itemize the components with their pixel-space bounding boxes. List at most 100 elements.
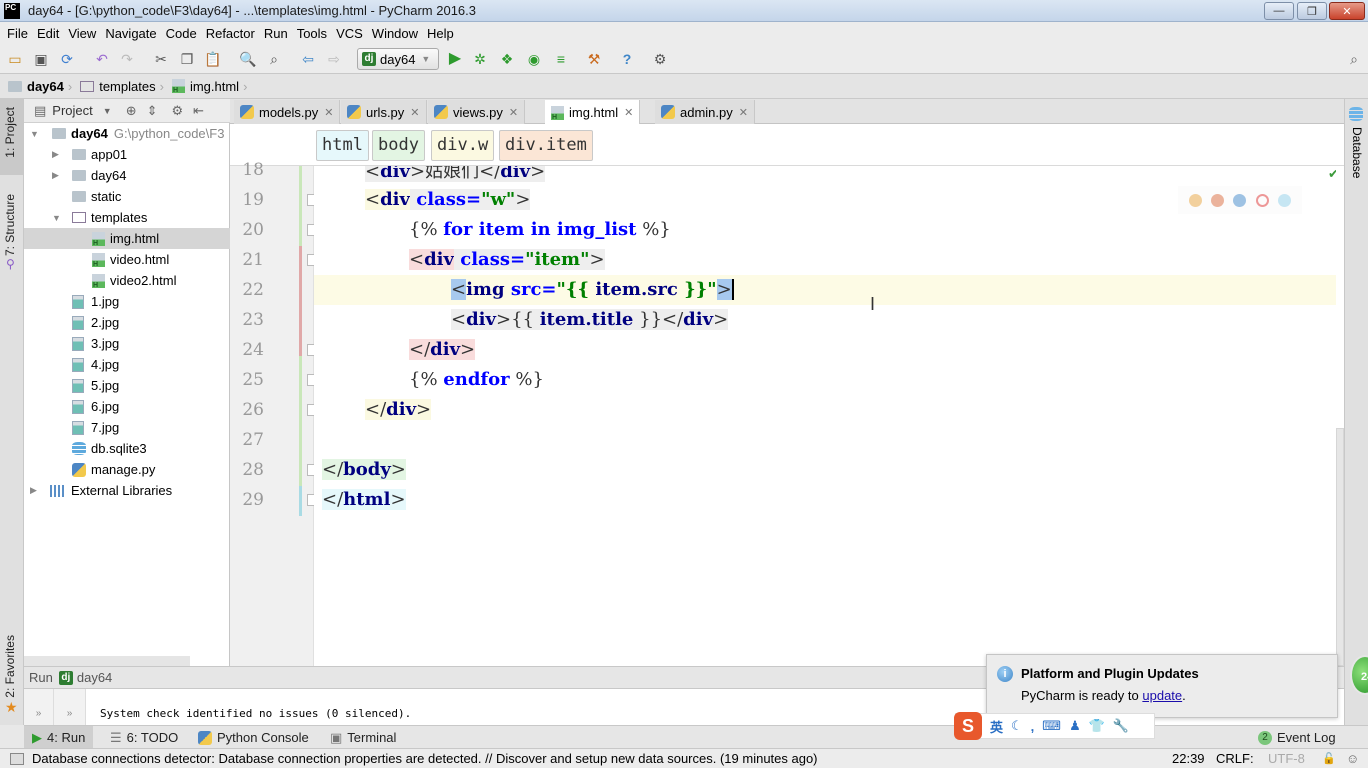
punctuation-icon[interactable]: , [1031,719,1035,734]
menu-navigate[interactable]: Navigate [105,26,156,41]
close-tab-icon[interactable]: ✕ [410,106,419,119]
tool-tab-run[interactable]: ▶ 4: Run [24,726,94,749]
concurrency-icon[interactable]: ≡ [552,50,570,68]
tree-item[interactable]: 7.jpg [24,417,230,438]
line-separator[interactable]: CRLF: [1216,751,1254,766]
tag-crumb-div-item[interactable]: div.item [499,130,593,161]
paste-icon[interactable]: 📋 [204,50,222,68]
hide-panel-icon[interactable]: ⇤ [193,103,204,119]
coverage-icon[interactable]: ❖ [498,50,516,68]
tab-models-py[interactable]: models.py ✕ [234,100,341,124]
open-icon[interactable]: ▭ [6,50,24,68]
nav-crumb-file[interactable]: img.html› [171,79,251,94]
menu-vcs[interactable]: VCS [336,26,363,41]
menu-run[interactable]: Run [264,26,288,41]
chevron-down-icon[interactable]: ▼ [103,106,112,116]
minimize-button[interactable]: — [1264,2,1294,20]
settings-icon[interactable]: ⚒ [585,50,603,68]
menu-code[interactable]: Code [166,26,197,41]
caret-position[interactable]: 22:39 [1172,751,1205,766]
tree-item[interactable]: img.html [24,228,230,249]
menu-file[interactable]: File [7,26,28,41]
tree-item[interactable]: 1.jpg [24,291,230,312]
profile-icon[interactable]: ◉ [525,50,543,68]
restore-button[interactable]: ❐ [1297,2,1327,20]
tool-tab-terminal[interactable]: ▣ Terminal [322,726,404,749]
event-log-button[interactable]: 2 Event Log [1250,726,1344,749]
tree-item[interactable]: 6.jpg [24,396,230,417]
tool-tab-python-console[interactable]: Python Console [190,726,317,749]
tool-tab-project[interactable]: 1: Project [3,107,17,158]
menu-view[interactable]: View [68,26,96,41]
tab-img-html[interactable]: img.html ✕ [545,100,641,125]
collapse-all-icon[interactable]: ⇕ [147,103,158,119]
update-link[interactable]: update [1142,688,1182,703]
toggle-tool-windows-icon[interactable] [10,752,24,765]
expand-toolbar-icon[interactable]: » [54,689,86,725]
search-everywhere-icon[interactable]: ⌕ [1345,50,1363,68]
nav-crumb-project[interactable]: day64 › [8,79,76,94]
tool-tab-favorites[interactable]: 2: Favorites [3,635,17,698]
ie-icon[interactable] [1278,193,1292,207]
moon-icon[interactable]: ☾ [1011,718,1023,734]
close-tab-icon[interactable]: ✕ [509,106,518,119]
file-encoding[interactable]: UTF-8 [1268,751,1305,766]
forward-icon[interactable]: ⇨ [325,50,343,68]
locate-icon[interactable]: ⊕ [126,103,137,119]
close-button[interactable]: ✕ [1329,2,1365,20]
run-configuration-select[interactable]: dj day64 ▼ [357,48,439,70]
collapse-arrow-icon[interactable]: ▶ [52,149,62,160]
tag-crumb-div-w[interactable]: div.w [431,130,495,161]
keyboard-icon[interactable]: ⌨ [1042,718,1061,734]
run-icon[interactable]: ▶ [446,50,464,68]
debug-icon[interactable]: ✲ [471,50,489,68]
collapse-arrow-icon[interactable]: ▶ [30,485,40,496]
tag-crumb-html[interactable]: html [316,130,369,161]
tree-item[interactable]: ▶ day64 [24,165,230,186]
tree-item[interactable]: ▶ External Libraries [24,480,230,501]
close-tab-icon[interactable]: ✕ [739,106,748,119]
firefox-icon[interactable] [1211,193,1225,207]
tree-item[interactable]: video2.html [24,270,230,291]
tree-item[interactable]: 3.jpg [24,333,230,354]
replace-icon[interactable]: ⌕ [265,50,283,68]
tab-admin-py[interactable]: admin.py ✕ [655,100,755,124]
sdk-icon[interactable]: ⚙ [651,50,669,68]
status-message[interactable]: Database connections detector: Database … [32,751,818,766]
menu-edit[interactable]: Edit [37,26,59,41]
user-icon[interactable]: ♟ [1069,718,1081,734]
tree-item[interactable]: ▼ templates [24,207,230,228]
chrome-icon[interactable] [1188,193,1202,207]
collapse-arrow-icon[interactable]: ▶ [52,170,62,181]
skin-icon[interactable]: 👕 [1089,718,1105,734]
tree-root[interactable]: ▼ day64 G:\python_code\F3 [24,123,230,144]
vertical-scrollbar[interactable] [1336,166,1344,666]
wrench-icon[interactable]: 🔧 [1113,718,1129,734]
redo-icon[interactable]: ↷ [118,50,136,68]
tree-item[interactable]: manage.py [24,459,230,480]
close-tab-icon[interactable]: ✕ [624,106,633,119]
tab-views-py[interactable]: views.py ✕ [428,100,526,124]
tree-item[interactable]: 4.jpg [24,354,230,375]
menu-help[interactable]: Help [427,26,454,41]
save-icon[interactable]: ▣ [32,50,50,68]
tree-item[interactable]: ▶ app01 [24,144,230,165]
gear-icon[interactable]: ⚙ [172,103,184,119]
help-icon[interactable]: ? [618,50,636,68]
tool-tab-structure[interactable]: 7: Structure [3,194,17,256]
lock-icon[interactable]: 🔓 [1322,752,1336,765]
project-view-select[interactable]: Project [52,103,92,118]
horizontal-scrollbar[interactable] [24,656,190,666]
tool-tab-todo[interactable]: ☰ 6: TODO [102,726,186,749]
scrollbar-thumb[interactable] [1336,428,1344,666]
tag-crumb-body[interactable]: body [372,130,425,161]
expand-toolbar-icon[interactable]: » [24,689,54,725]
back-icon[interactable]: ⇦ [299,50,317,68]
code-editor[interactable]: <div>姑娘们</div> <div class="w"> {% for it… [314,166,1336,666]
tool-tab-database[interactable]: Database [1350,127,1364,178]
undo-icon[interactable]: ↶ [93,50,111,68]
expand-arrow-icon[interactable]: ▼ [30,129,40,139]
ime-mode[interactable]: 英 [990,717,1003,736]
tab-urls-py[interactable]: urls.py ✕ [341,100,427,124]
sync-icon[interactable]: ⟳ [58,50,76,68]
